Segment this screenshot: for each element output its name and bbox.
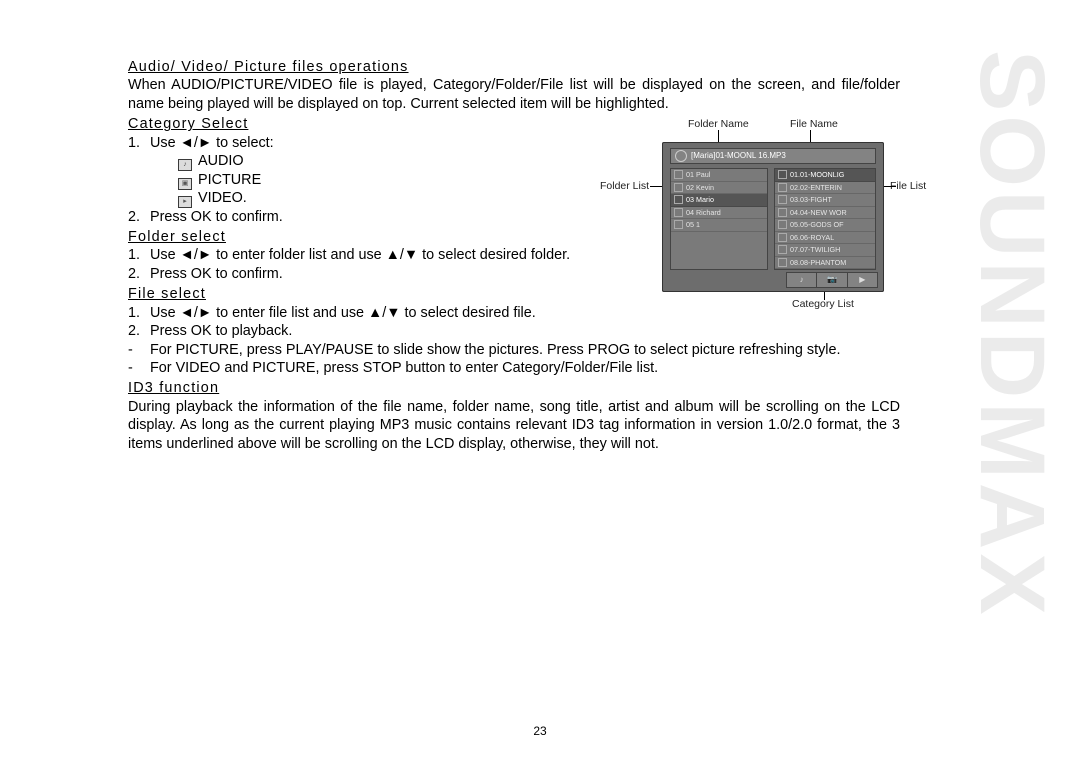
folder-select-step2: Press OK to confirm. xyxy=(150,265,900,283)
picture-icon: ▣ xyxy=(178,178,192,190)
category-option-picture: ▣PICTURE xyxy=(128,171,900,189)
id3-paragraph: During playback the information of the f… xyxy=(128,398,900,453)
category-option-video: ▸VIDEO. xyxy=(128,189,900,207)
file-note-video: For VIDEO and PICTURE, press STOP button… xyxy=(150,359,900,377)
list-number: 2. xyxy=(128,265,150,283)
heading-category-select: Category Select xyxy=(128,115,900,133)
audio-icon: ♪ xyxy=(178,159,192,171)
category-option-audio: ♪AUDIO xyxy=(128,152,900,170)
list-number: 1. xyxy=(128,246,150,264)
list-number: 2. xyxy=(128,322,150,340)
heading-folder-select: Folder select xyxy=(128,228,900,246)
heading-file-select: File select xyxy=(128,285,900,303)
file-select-step2: Press OK to playback. xyxy=(150,322,900,340)
list-dash: - xyxy=(128,341,150,359)
page-number: 23 xyxy=(0,724,1080,739)
content: Audio/ Video/ Picture files operations W… xyxy=(128,58,900,453)
category-select-step2: Press OK to confirm. xyxy=(150,208,900,226)
file-select-step1: Use ◄/► to enter file list and use ▲/▼ t… xyxy=(150,304,900,322)
list-number: 1. xyxy=(128,134,150,152)
heading-operations: Audio/ Video/ Picture files operations xyxy=(128,58,900,76)
brand-watermark: SOUNDMAX xyxy=(966,50,1058,619)
intro-paragraph: When AUDIO/PICTURE/VIDEO file is played,… xyxy=(128,76,900,113)
heading-id3: ID3 function xyxy=(128,379,900,397)
video-icon: ▸ xyxy=(178,196,192,208)
list-number: 2. xyxy=(128,208,150,226)
file-note-picture: For PICTURE, press PLAY/PAUSE to slide s… xyxy=(150,341,900,359)
folder-select-step1: Use ◄/► to enter folder list and use ▲/▼… xyxy=(150,246,580,264)
list-dash: - xyxy=(128,359,150,377)
list-number: 1. xyxy=(128,304,150,322)
category-select-step1: Use ◄/► to select: xyxy=(150,134,900,152)
